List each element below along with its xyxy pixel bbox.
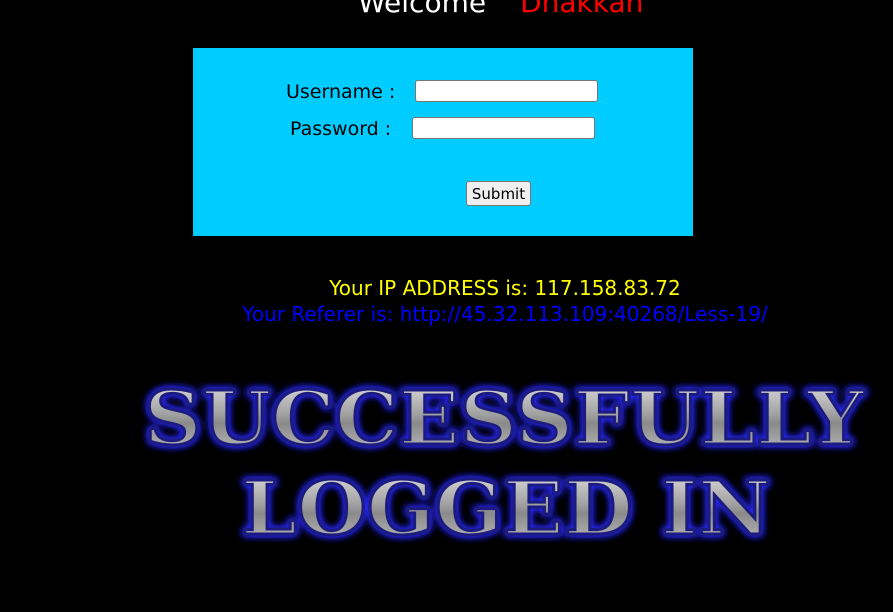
username-label: Username : <box>286 81 396 103</box>
password-input[interactable] <box>412 117 595 139</box>
login-form: Username : Password : Submit <box>193 48 693 236</box>
ip-address-text: Your IP ADDRESS is: 117.158.83.72 <box>329 276 681 300</box>
success-banner: SUCCESSFULLY LOGGED IN <box>143 375 867 553</box>
user-name: Dhakkan <box>520 0 644 19</box>
welcome-heading: Welcome Dhakkan <box>358 0 643 19</box>
password-label: Password : <box>290 118 392 140</box>
banner-line-1: SUCCESSFULLY <box>144 376 865 462</box>
welcome-word: Welcome <box>358 0 487 19</box>
page: Welcome Dhakkan Username : Password : Sub… <box>0 0 893 612</box>
referer-text: Your Referer is: http://45.32.113.109:40… <box>242 302 768 326</box>
username-input[interactable] <box>415 80 598 102</box>
submit-button[interactable]: Submit <box>466 181 531 206</box>
banner-line-2: LOGGED IN <box>241 466 771 552</box>
